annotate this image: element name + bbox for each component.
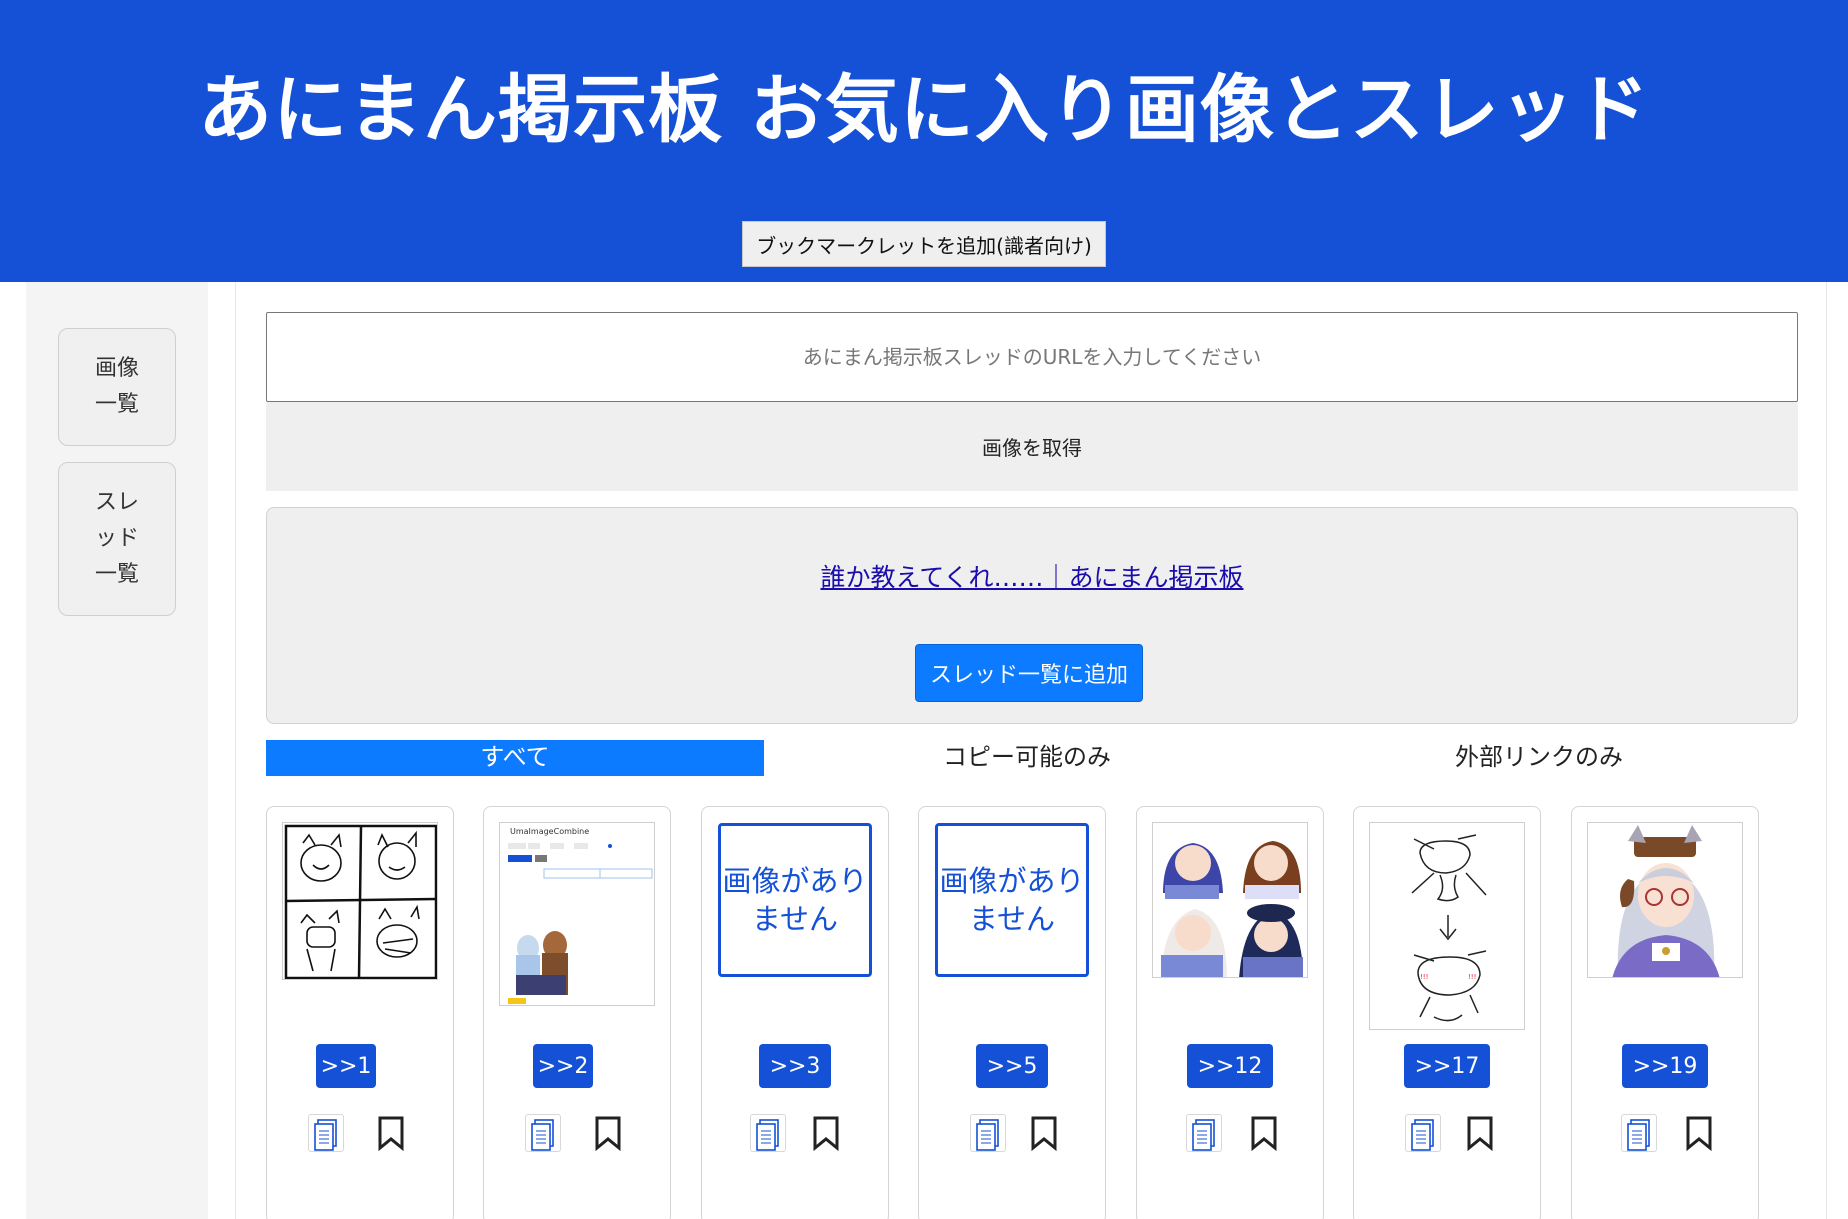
bookmark-icon[interactable] [1246, 1114, 1282, 1152]
bookmark-icon[interactable] [1026, 1114, 1062, 1152]
thread-info-panel: 誰か教えてくれ……｜あにまん掲示板 スレッド一覧に追加 [266, 507, 1798, 724]
sidebar-item-thread-list[interactable]: スレッド一覧 [58, 462, 176, 616]
sketch-image: !!! !!! [1370, 823, 1524, 1029]
bookmark-icon[interactable] [808, 1114, 844, 1152]
sidebar-item-label: 画像一覧 [94, 356, 139, 417]
image-thumbnail[interactable] [1152, 822, 1308, 978]
add-bookmarklet-button[interactable]: ブックマークレットを追加(識者向け) [742, 221, 1106, 267]
res-number-button[interactable]: >>17 [1404, 1044, 1490, 1088]
res-number-button[interactable]: >>12 [1187, 1044, 1273, 1088]
image-card: 画像がありません >>5 [918, 806, 1106, 1219]
divider [235, 282, 236, 1219]
image-card: !!! !!! >>17 [1353, 806, 1541, 1219]
page-header: あにまん掲示板 お気に入り画像とスレッド ブックマークレットを追加(識者向け) [0, 0, 1848, 282]
image-card: >>1 [266, 806, 454, 1219]
svg-text:!!!: !!! [1420, 973, 1428, 981]
image-card: >>19 [1571, 806, 1759, 1219]
screenshot-caption: UmaImageCombine [510, 827, 589, 836]
image-thumbnail[interactable] [282, 822, 438, 980]
anime-art-image [1153, 823, 1307, 977]
sidebar-item-label: スレッド一覧 [94, 490, 139, 587]
image-thumbnail[interactable]: !!! !!! [1369, 822, 1525, 1030]
screenshot-image: UmaImageCombine [500, 823, 654, 1005]
res-number-button[interactable]: >>1 [316, 1044, 376, 1088]
bookmark-icon[interactable] [1462, 1114, 1498, 1152]
no-image-placeholder: 画像がありません [935, 823, 1089, 977]
copy-icon[interactable] [1621, 1114, 1657, 1152]
no-image-placeholder: 画像がありません [718, 823, 872, 977]
copy-icon[interactable] [1405, 1114, 1441, 1152]
res-number-button[interactable]: >>5 [976, 1044, 1048, 1088]
anime-art-image [1588, 823, 1742, 977]
image-thumbnail[interactable] [1587, 822, 1743, 978]
tab-external-links-only[interactable]: 外部リンクのみ [1290, 740, 1788, 776]
divider [1826, 282, 1827, 1219]
image-card: >>12 [1136, 806, 1324, 1219]
bookmark-icon[interactable] [590, 1114, 626, 1152]
sketch-image [284, 824, 437, 979]
image-card: 画像がありません >>3 [701, 806, 889, 1219]
thread-title-link[interactable]: 誰か教えてくれ……｜あにまん掲示板 [267, 558, 1797, 594]
copy-icon[interactable] [525, 1114, 561, 1152]
res-number-button[interactable]: >>2 [533, 1044, 593, 1088]
res-number-button[interactable]: >>3 [759, 1044, 831, 1088]
sidebar-item-image-list[interactable]: 画像一覧 [58, 328, 176, 446]
copy-icon[interactable] [750, 1114, 786, 1152]
page-title: あにまん掲示板 お気に入り画像とスレッド [198, 67, 1650, 153]
fetch-images-button[interactable]: 画像を取得 [266, 402, 1798, 491]
bookmark-icon[interactable] [373, 1114, 409, 1152]
copy-icon[interactable] [308, 1114, 344, 1152]
copy-icon[interactable] [1186, 1114, 1222, 1152]
svg-text:!!!: !!! [1468, 973, 1476, 981]
image-thumbnail[interactable]: UmaImageCombine [499, 822, 655, 1006]
thread-url-input[interactable] [266, 312, 1798, 402]
tab-copyable-only[interactable]: コピー可能のみ [778, 740, 1276, 776]
bookmark-icon[interactable] [1681, 1114, 1717, 1152]
add-to-thread-list-button[interactable]: スレッド一覧に追加 [915, 644, 1143, 702]
tab-all[interactable]: すべて [266, 740, 764, 776]
image-card: UmaImageCombine >>2 [483, 806, 671, 1219]
copy-icon[interactable] [970, 1114, 1006, 1152]
res-number-button[interactable]: >>19 [1622, 1044, 1708, 1088]
